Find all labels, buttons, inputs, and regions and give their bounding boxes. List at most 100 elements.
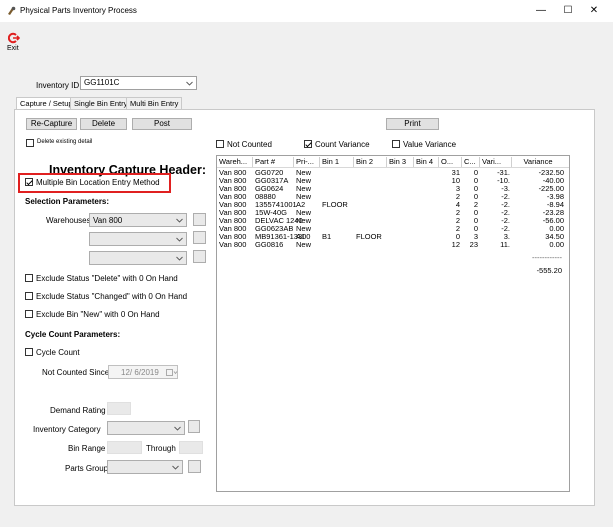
exclude-delete-label: Exclude Status "Delete" with 0 On Hand (36, 274, 178, 283)
not-counted-label: Not Counted (227, 140, 272, 149)
cell-warehouse: Van 800 (219, 240, 247, 249)
value-variance-checkbox[interactable] (392, 140, 400, 148)
selection-parameters-title: Selection Parameters: (25, 197, 110, 206)
delete-button[interactable]: Delete (80, 118, 127, 130)
column-header-variance-value[interactable]: Variance (512, 156, 562, 168)
delete-existing-checkbox[interactable] (26, 139, 34, 147)
column-header-count[interactable]: C... (462, 156, 480, 168)
tab-multi-bin-entry[interactable]: Multi Bin Entry (126, 97, 183, 109)
column-header-bin-1[interactable]: Bin 1 (320, 156, 354, 168)
calendar-icon (166, 369, 178, 376)
through-label: Through (146, 444, 176, 453)
cell-bin-1: FLOOR (322, 200, 348, 209)
exit-label: Exit (7, 45, 19, 52)
app-icon (8, 6, 16, 15)
chevron-down-icon (172, 465, 179, 470)
column-header-warehouse[interactable]: Wareh... (217, 156, 253, 168)
not-counted-since-label: Not Counted Since (42, 368, 110, 377)
column-header-priority[interactable]: Pri-... (294, 156, 320, 168)
not-counted-since-date[interactable]: 12/ 6/2019 (108, 365, 178, 379)
chevron-down-icon (186, 81, 193, 86)
column-header-variance-qty[interactable]: Vari... (480, 156, 512, 168)
inventory-id-value: GG1101C (84, 78, 120, 87)
title-bar: Physical Parts Inventory Process — ☐ ✕ (0, 0, 613, 22)
inventory-category-button[interactable] (188, 420, 200, 433)
multi-bin-label: Multiple Bin Location Entry Method (36, 178, 160, 187)
column-separator (293, 157, 294, 167)
warehouse-value: Van 800 (93, 216, 123, 225)
chevron-down-icon (176, 256, 183, 261)
column-separator (511, 157, 512, 167)
window-title: Physical Parts Inventory Process (20, 6, 137, 15)
recapture-button[interactable]: Re-Capture (26, 118, 77, 130)
column-header-bin-4[interactable]: Bin 4 (414, 156, 439, 168)
inventory-grid[interactable]: Wareh... Part # Pri-... Bin 1 Bin 2 Bin 3 Bin … (216, 155, 570, 492)
count-variance-label: Count Variance (315, 140, 370, 149)
column-header-bin-2[interactable]: Bin 2 (354, 156, 387, 168)
exclude-new-label: Exclude Bin "New" with 0 On Hand (36, 310, 160, 319)
cycle-count-label: Cycle Count (36, 348, 80, 357)
exclude-changed-label: Exclude Status "Changed" with 0 On Hand (36, 292, 188, 301)
column-separator (252, 157, 253, 167)
column-header-bin-3[interactable]: Bin 3 (387, 156, 414, 168)
value-variance-label: Value Variance (403, 140, 457, 149)
exit-icon (8, 32, 20, 44)
tab-single-bin-entry[interactable]: Single Bin Entry (70, 97, 132, 109)
exclude-new-checkbox[interactable] (25, 310, 33, 318)
column-separator (353, 157, 354, 167)
close-button[interactable]: ✕ (585, 4, 603, 18)
column-separator (413, 157, 414, 167)
chevron-down-icon (176, 237, 183, 242)
chevron-down-icon (176, 218, 183, 223)
warehouse-select-1[interactable]: Van 800 (89, 213, 187, 227)
exit-button[interactable]: Exit (6, 32, 24, 54)
warehouses-label: Warehouses (46, 216, 91, 225)
chevron-down-icon (174, 426, 181, 431)
column-separator (386, 157, 387, 167)
cell-on-hand: 12 (451, 240, 460, 249)
inventory-id-select[interactable]: GG1101C (80, 76, 197, 90)
minimize-button[interactable]: — (532, 4, 550, 18)
delete-existing-label: Delete existing detail (37, 139, 93, 145)
cell-bin-2: FLOOR (356, 232, 382, 241)
exclude-delete-checkbox[interactable] (25, 274, 33, 282)
demand-rating-label: Demand Rating (50, 406, 106, 415)
bin-range-through-field[interactable] (179, 441, 203, 454)
warehouse-select-3[interactable] (89, 251, 187, 265)
warehouse-button-1[interactable] (193, 213, 206, 226)
column-separator (479, 157, 480, 167)
column-header-part-number[interactable]: Part # (253, 156, 294, 168)
column-separator (319, 157, 320, 167)
inventory-category-label: Inventory Category (33, 425, 101, 434)
post-button[interactable]: Post (132, 118, 192, 130)
cell-priority: New (296, 240, 312, 249)
cell-variance-qty: 11. (500, 240, 510, 249)
warehouse-select-2[interactable] (89, 232, 187, 246)
inventory-category-select[interactable] (107, 421, 185, 435)
not-counted-checkbox[interactable] (216, 140, 224, 148)
bin-range-label: Bin Range (68, 444, 106, 453)
not-counted-since-value: 12/ 6/2019 (121, 368, 159, 377)
maximize-button[interactable]: ☐ (559, 4, 577, 18)
warehouse-button-2[interactable] (193, 231, 206, 244)
column-separator (438, 157, 439, 167)
cell-variance-value: 0.00 (549, 240, 564, 249)
cell-count: 23 (469, 240, 478, 249)
cell-bin-1: B1 (322, 232, 332, 241)
parts-group-select[interactable] (107, 460, 183, 474)
parts-group-button[interactable] (188, 460, 201, 473)
warehouse-button-3[interactable] (193, 250, 206, 263)
bin-range-from-field[interactable] (107, 441, 142, 454)
column-header-on-hand[interactable]: O... (439, 156, 462, 168)
cycle-count-parameters-title: Cycle Count Parameters: (25, 330, 121, 339)
count-variance-checkbox[interactable] (304, 140, 312, 148)
exclude-changed-checkbox[interactable] (25, 292, 33, 300)
print-button[interactable]: Print (386, 118, 439, 130)
parts-group-label: Parts Group (65, 464, 109, 473)
multi-bin-checkbox[interactable] (25, 178, 33, 186)
grid-total: -555.20 (536, 266, 562, 275)
demand-rating-field[interactable] (107, 402, 131, 415)
cycle-count-checkbox[interactable] (25, 348, 33, 356)
table-row[interactable]: Van 800 GG0816 New 12 23 11. 0.00 (217, 241, 569, 249)
cell-part-number: GG0816 (255, 240, 284, 249)
